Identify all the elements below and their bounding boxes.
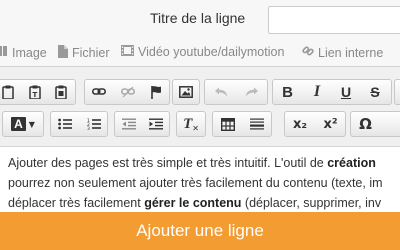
indent-icon[interactable] (142, 112, 169, 136)
title-row: Titre de la ligne (0, 0, 400, 40)
table-group (212, 111, 272, 137)
horizontal-rule-icon[interactable] (242, 112, 271, 136)
add-line-button[interactable]: Ajouter une ligne (0, 212, 400, 250)
script-group: x₂ x² (284, 111, 346, 137)
clear-format-group: T ✕ (176, 111, 206, 137)
title-input[interactable] (268, 6, 400, 34)
content-line-3: déplacer très facilement gérer le conten… (8, 193, 400, 210)
clear-format-glyph: T (183, 115, 193, 132)
link-icon (302, 45, 314, 60)
content-text: déplacer très facilement (8, 196, 145, 210)
content-bold-text: gérer le contenu (144, 196, 242, 210)
toolbar-row-1: T B I U S (0, 79, 400, 109)
overflow-group-1 (394, 79, 400, 105)
strikethrough-button[interactable]: S (360, 80, 389, 104)
file-icon (58, 45, 68, 61)
more-icon[interactable] (380, 112, 400, 136)
insert-link-icon[interactable] (85, 80, 113, 104)
insert-table-icon[interactable] (213, 112, 242, 136)
outdent-icon[interactable] (115, 112, 142, 136)
bold-button[interactable]: B (273, 80, 302, 104)
text-color-swatch: A (11, 117, 26, 131)
special-char-button[interactable]: Ω (351, 112, 380, 136)
content-text: (déplacer, supprimer, inv (241, 196, 382, 210)
content-bold-text: création (327, 156, 376, 170)
insert-file-link[interactable]: Fichier (58, 45, 110, 61)
image-icon (0, 45, 8, 60)
numbered-list-icon[interactable]: 123 (79, 112, 107, 136)
insert-group: Ω (350, 111, 400, 137)
insert-video-link[interactable]: Vidéo youtube/dailymotion (121, 45, 284, 59)
bulleted-list-icon[interactable] (51, 112, 79, 136)
anchor-flag-icon[interactable] (141, 80, 169, 104)
content-line-1: Ajouter des pages est très simple et trè… (8, 153, 400, 173)
insert-file-label: Fichier (72, 46, 110, 60)
redo-icon[interactable] (236, 80, 267, 104)
italic-button[interactable]: I (302, 80, 331, 104)
film-icon (121, 45, 134, 59)
content-text: Ajouter des pages est très simple et trè… (8, 156, 328, 170)
insert-video-label: Vidéo youtube/dailymotion (138, 45, 285, 59)
text-color-group: A ▼ (2, 111, 44, 137)
clipboard-group: T (0, 79, 76, 105)
indent-group (114, 111, 170, 137)
insert-internal-link[interactable]: Lien interne (302, 45, 383, 60)
image-group (172, 79, 200, 105)
paste-word-icon[interactable] (47, 80, 73, 104)
chevron-down-icon: ▼ (28, 119, 35, 129)
toolbar-row-2: A ▼ 123 T ✕ x₂ x² Ω (0, 111, 400, 141)
unlink-icon[interactable] (113, 80, 141, 104)
svg-text:3: 3 (87, 126, 90, 130)
media-links-bar: Image Fichier Vidéo youtube/dailymotion … (0, 40, 400, 66)
paste-icon[interactable] (0, 80, 21, 104)
clear-format-icon[interactable]: T ✕ (177, 112, 205, 136)
editor-content[interactable]: Ajouter des pages est très simple et trè… (0, 146, 400, 210)
paste-text-icon[interactable]: T (21, 80, 47, 104)
history-group (204, 79, 268, 105)
text-style-group: B I U S (272, 79, 392, 105)
text-color-button[interactable]: A ▼ (3, 112, 43, 136)
insert-internal-link-label: Lien interne (318, 45, 384, 60)
content-text: pourrez non seulement ajouter très facil… (8, 176, 383, 190)
insert-image-icon[interactable] (173, 80, 199, 104)
superscript-button[interactable]: x² (315, 112, 345, 136)
link-group (84, 79, 170, 105)
undo-icon[interactable] (205, 80, 236, 104)
insert-image-link[interactable]: Image (0, 45, 47, 60)
clear-format-x-icon: ✕ (192, 123, 199, 133)
insert-image-label: Image (12, 45, 47, 60)
title-label: Titre de la ligne (150, 10, 246, 26)
underline-button[interactable]: U (331, 80, 360, 104)
subscript-button[interactable]: x₂ (285, 112, 315, 136)
content-line-2: pourrez non seulement ajouter très facil… (8, 173, 400, 193)
svg-text:T: T (32, 91, 37, 99)
list-group: 123 (50, 111, 108, 137)
